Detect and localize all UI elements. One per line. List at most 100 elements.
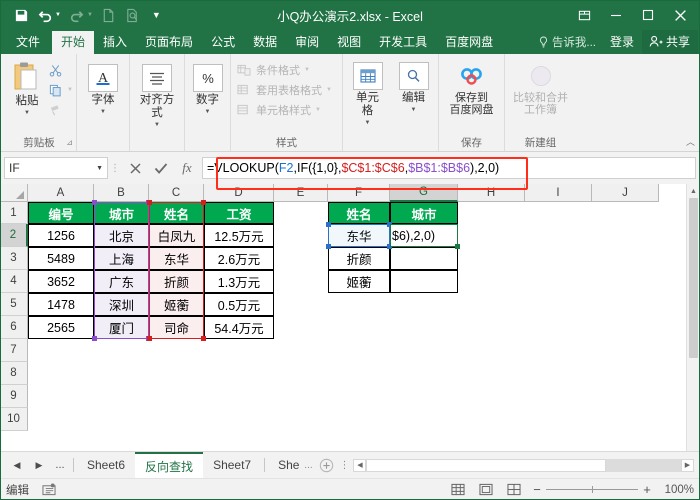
horizontal-scrollbar[interactable]: ◀ ▶	[353, 458, 694, 472]
sheet-nav-more[interactable]: ...	[50, 459, 70, 471]
cell-B2[interactable]: 北京	[94, 224, 149, 247]
cell-B6[interactable]: 厦门	[94, 316, 149, 339]
cell-F4[interactable]: 姬蘅	[328, 270, 390, 293]
cell-F1[interactable]: 姓名	[328, 202, 390, 224]
cell-A3[interactable]: 5489	[28, 247, 94, 270]
sheet-next-button[interactable]: ▶	[28, 455, 50, 475]
cell-D3[interactable]: 2.6万元	[204, 247, 274, 270]
tab-developer[interactable]: 开发工具	[370, 31, 436, 54]
sheet-tab-overflow[interactable]: ...	[301, 460, 315, 471]
paste-dropdown-icon[interactable]: ▼	[24, 109, 30, 117]
number-button[interactable]: % 数字 ▼	[187, 62, 229, 118]
cell-A5[interactable]: 1478	[28, 293, 94, 316]
column-header-F[interactable]: F	[328, 184, 390, 202]
cell-D6[interactable]: 54.4万元	[204, 316, 274, 339]
column-header-C[interactable]: C	[149, 184, 204, 202]
cells-dropdown-icon[interactable]: ▼	[365, 119, 371, 127]
column-header-A[interactable]: A	[28, 184, 94, 202]
row-header-2[interactable]: 2	[0, 224, 28, 247]
undo-dropdown-icon[interactable]: ▼	[55, 12, 61, 18]
minimize-button[interactable]	[600, 2, 632, 28]
name-box-dropdown-icon[interactable]: ▼	[96, 165, 103, 172]
tab-view[interactable]: 视图	[328, 31, 370, 54]
sheet-tab-sheet7[interactable]: Sheet7	[203, 453, 261, 478]
tab-page-layout[interactable]: 页面布局	[136, 31, 202, 54]
copy-dropdown-icon[interactable]: ▼	[67, 87, 73, 93]
row-header-10[interactable]: 10	[0, 408, 28, 431]
cell-B1[interactable]: 城市	[94, 202, 149, 224]
tab-data[interactable]: 数据	[244, 31, 286, 54]
cell-A4[interactable]: 3652	[28, 270, 94, 293]
row-header-1[interactable]: 1	[0, 202, 28, 224]
hscroll-left-button[interactable]: ◀	[353, 458, 367, 472]
cell-D5[interactable]: 0.5万元	[204, 293, 274, 316]
paste-button[interactable]: 粘贴 ▼	[7, 59, 47, 119]
font-button[interactable]: A 字体 ▼	[82, 62, 124, 118]
number-dropdown-icon[interactable]: ▼	[205, 108, 211, 116]
maximize-button[interactable]	[632, 2, 664, 28]
row-header-5[interactable]: 5	[0, 293, 28, 316]
sheet-prev-button[interactable]: ◀	[6, 455, 28, 475]
cell-D1[interactable]: 工资	[204, 202, 274, 224]
macro-record-icon[interactable]	[41, 482, 57, 498]
cell-C1[interactable]: 姓名	[149, 202, 204, 224]
cell-B5[interactable]: 深圳	[94, 293, 149, 316]
ribbon-display-options-icon[interactable]	[568, 2, 600, 28]
alignment-button[interactable]: 对齐方式 ▼	[135, 62, 179, 131]
cell-C4[interactable]: 折颜	[149, 270, 204, 293]
cell-C2[interactable]: 白凤九	[149, 224, 204, 247]
collapse-ribbon-icon[interactable]: ︿	[686, 135, 695, 148]
close-button[interactable]	[664, 2, 696, 28]
tab-formulas[interactable]: 公式	[202, 31, 244, 54]
editing-button[interactable]: 编辑 ▼	[393, 60, 435, 116]
row-header-7[interactable]: 7	[0, 339, 28, 362]
row-header-9[interactable]: 9	[0, 385, 28, 408]
select-all-button[interactable]	[0, 184, 28, 202]
customize-qat-icon[interactable]: ▼	[152, 10, 161, 20]
undo-icon[interactable]	[34, 4, 56, 26]
cell-A6[interactable]: 2565	[28, 316, 94, 339]
cell-C6[interactable]: 司命	[149, 316, 204, 339]
sheet-tab-she[interactable]: She	[268, 453, 301, 478]
save-icon[interactable]	[10, 4, 32, 26]
zoom-in-button[interactable]: +	[642, 483, 652, 496]
cell-D4[interactable]: 1.3万元	[204, 270, 274, 293]
column-header-I[interactable]: I	[525, 184, 592, 202]
zoom-track[interactable]	[546, 486, 638, 493]
tab-file[interactable]: 文件	[4, 31, 52, 54]
page-layout-view-icon[interactable]	[476, 482, 496, 498]
cell-D2[interactable]: 12.5万元	[204, 224, 274, 247]
row-header-3[interactable]: 3	[0, 247, 28, 270]
column-header-J[interactable]: J	[592, 184, 659, 202]
font-dropdown-icon[interactable]: ▼	[100, 108, 106, 116]
row-header-8[interactable]: 8	[0, 362, 28, 385]
column-header-D[interactable]: D	[204, 184, 274, 202]
cell-G4[interactable]	[390, 270, 458, 293]
cell-C3[interactable]: 东华	[149, 247, 204, 270]
name-box[interactable]: IF ▼	[4, 157, 108, 179]
sheet-tab-reverse-lookup[interactable]: 反向查找	[135, 452, 204, 478]
save-to-baidu-button[interactable]: 保存到 百度网盘	[443, 60, 501, 118]
alignment-dropdown-icon[interactable]: ▼	[154, 121, 160, 129]
tab-review[interactable]: 审阅	[286, 31, 328, 54]
cell-B4[interactable]: 广东	[94, 270, 149, 293]
share-button[interactable]: 共享	[641, 30, 698, 54]
cancel-icon[interactable]	[122, 157, 148, 179]
cell-G1[interactable]: 城市	[390, 202, 458, 224]
formula-input[interactable]: =VLOOKUP(F2,IF({1,0},$C$1:$C$6,$B$1:$B$6…	[202, 157, 696, 179]
copy-button[interactable]: ▼	[47, 80, 73, 100]
page-break-view-icon[interactable]	[504, 482, 524, 498]
cell-G3[interactable]	[390, 247, 458, 270]
insert-function-icon[interactable]: fx	[174, 157, 200, 179]
row-header-4[interactable]: 4	[0, 270, 28, 293]
scroll-up-button[interactable]: ▲	[687, 184, 700, 198]
tab-baidu-netdisk[interactable]: 百度网盘	[436, 31, 502, 54]
row-header-6[interactable]: 6	[0, 316, 28, 339]
cells-button[interactable]: 单元格 ▼	[347, 60, 389, 129]
zoom-out-button[interactable]: −	[532, 483, 542, 496]
tell-me-box[interactable]: 告诉我...	[534, 31, 602, 54]
editing-dropdown-icon[interactable]: ▼	[411, 106, 417, 114]
zoom-level[interactable]: 100%	[660, 484, 694, 496]
normal-view-icon[interactable]	[448, 482, 468, 498]
clipboard-dialog-launcher-icon[interactable]: ⊿	[66, 135, 73, 150]
